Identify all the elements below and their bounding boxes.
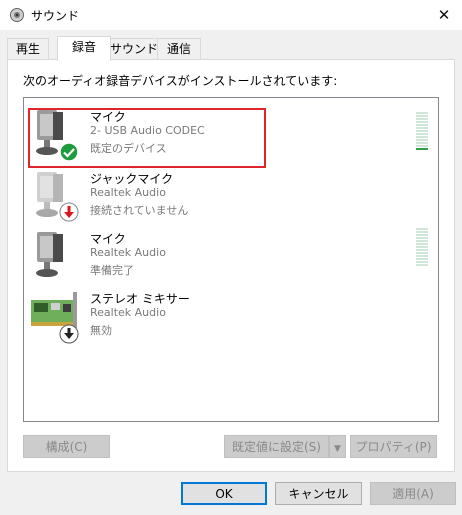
device-name: ステレオ ミキサー: [90, 292, 190, 306]
level-meter: [416, 228, 428, 267]
window-title: サウンド: [31, 9, 80, 23]
set-default-dropdown[interactable]: ▼: [329, 435, 346, 458]
device-driver: Realtek Audio: [90, 246, 166, 259]
configure-button[interactable]: 構成(C): [23, 435, 110, 458]
tab-playback[interactable]: 再生: [7, 38, 49, 60]
unplugged-icon: [59, 202, 79, 222]
ok-button[interactable]: OK: [181, 482, 267, 505]
close-button[interactable]: ✕: [426, 0, 462, 30]
title-bar: サウンド ✕: [0, 0, 462, 30]
device-item[interactable]: マイク Realtek Audio 準備完了: [24, 224, 438, 286]
tab-recording[interactable]: 録音: [57, 36, 111, 61]
set-default-button[interactable]: 既定値に設定(S): [224, 435, 329, 458]
device-status: 接続されていません: [90, 204, 189, 217]
selection-highlight: [28, 108, 266, 168]
apply-button[interactable]: 適用(A): [370, 482, 456, 505]
instructions-label: 次のオーディオ録音デバイスがインストールされています:: [23, 74, 338, 88]
device-driver: Realtek Audio: [90, 306, 166, 319]
device-name: ジャックマイク: [90, 172, 174, 186]
device-name: マイク: [90, 232, 126, 246]
disabled-icon: [59, 324, 79, 344]
device-driver: Realtek Audio: [90, 186, 166, 199]
speaker-icon: [10, 8, 24, 22]
chevron-down-icon: ▼: [334, 444, 341, 454]
device-status: 無効: [90, 324, 112, 337]
properties-button[interactable]: プロパティ(P): [350, 435, 437, 458]
tab-sounds[interactable]: サウンド: [109, 38, 159, 60]
device-item[interactable]: ステレオ ミキサー Realtek Audio 無効: [24, 284, 438, 346]
device-list[interactable]: マイク 2- USB Audio CODEC 既定のデバイス ジャックマイク R…: [23, 97, 439, 422]
cancel-button[interactable]: キャンセル: [275, 482, 362, 505]
device-item[interactable]: ジャックマイク Realtek Audio 接続されていません: [24, 164, 438, 226]
device-status: 準備完了: [90, 264, 134, 277]
microphone-icon: [36, 232, 63, 277]
tab-communications[interactable]: 通信: [157, 38, 201, 60]
level-meter: [416, 112, 428, 151]
